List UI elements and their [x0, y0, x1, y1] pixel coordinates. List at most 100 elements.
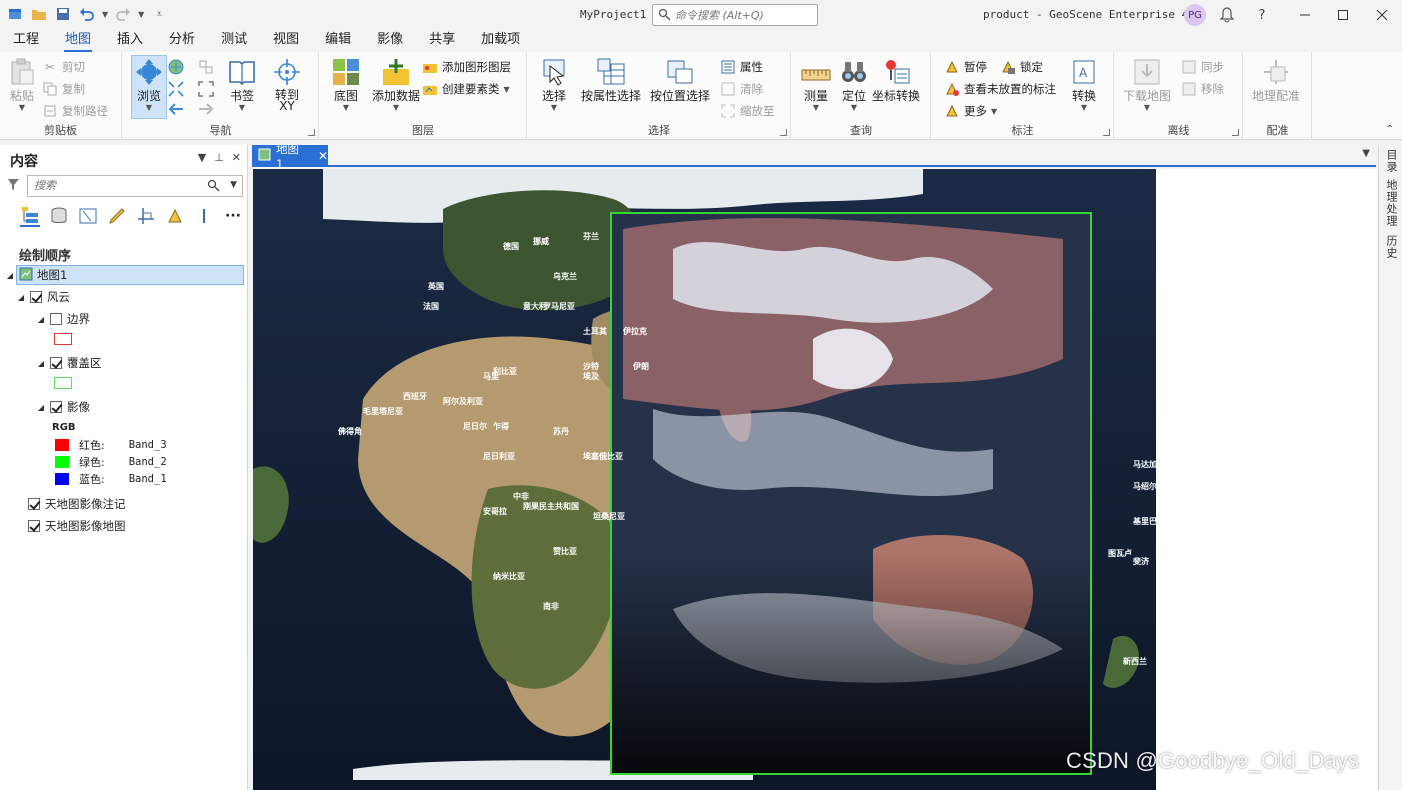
measure-button[interactable]: 测量 ▼: [800, 56, 832, 112]
goto-xy-button[interactable]: 转到 XY: [271, 56, 303, 112]
band-red[interactable]: 红色: Band_3: [55, 437, 167, 453]
zoom-to-layer-icon[interactable]: [197, 80, 215, 101]
locate-button[interactable]: 定位 ▼: [838, 56, 870, 112]
drawing-order-icon[interactable]: [20, 205, 40, 227]
select-button[interactable]: 选择 ▼: [538, 56, 570, 112]
add-graphics-layer-button[interactable]: 添加图形图层: [422, 58, 511, 76]
collapse-ribbon-icon[interactable]: ⌃: [1386, 124, 1394, 135]
collapse-icon[interactable]: ◢: [5, 271, 15, 280]
remove-offline-button[interactable]: 移除: [1181, 80, 1224, 98]
layer-tianditu-imagery[interactable]: 天地图影像地图: [28, 516, 126, 536]
undo-icon[interactable]: [78, 5, 96, 23]
pause-labeling-button[interactable]: 暂停: [944, 58, 987, 76]
tab-insert[interactable]: 插入: [104, 30, 156, 52]
create-feature-class-button[interactable]: 创建要素类 ▼: [422, 80, 510, 98]
download-map-button[interactable]: 下载地图 ▼: [1123, 56, 1171, 112]
layer-visibility-checkbox[interactable]: [50, 401, 62, 413]
search-dropdown-icon[interactable]: ▼: [230, 180, 237, 190]
layer-imagery[interactable]: ◢ 影像: [36, 397, 90, 417]
contents-search[interactable]: ▼: [27, 175, 243, 197]
select-by-location-button[interactable]: 按位置选择: [650, 56, 710, 103]
catalog-side-tab[interactable]: 目录: [1383, 149, 1399, 173]
help-icon[interactable]: ?: [1252, 5, 1272, 25]
pin-icon[interactable]: ⊥: [214, 151, 224, 164]
collapse-icon[interactable]: ◢: [36, 403, 46, 412]
close-window-icon[interactable]: [1372, 5, 1392, 25]
cut-button[interactable]: ✂ 剪切: [42, 58, 85, 76]
add-data-button[interactable]: 添加数据 ▼: [372, 56, 420, 112]
collapse-icon[interactable]: ◢: [16, 293, 26, 302]
labeling-launcher[interactable]: [1103, 129, 1110, 136]
copy-path-button[interactable]: 复制路径: [42, 102, 108, 120]
tab-imagery[interactable]: 影像: [364, 30, 416, 52]
charts-view-icon[interactable]: [194, 205, 214, 227]
navigate-launcher[interactable]: [308, 129, 315, 136]
tab-analysis[interactable]: 分析: [156, 30, 208, 52]
tab-project[interactable]: 工程: [0, 30, 52, 52]
zoom-to-selection-button[interactable]: 缩放至: [720, 102, 775, 120]
clear-selection-button[interactable]: 清除: [720, 80, 763, 98]
layer-boundary[interactable]: ◢ 边界: [36, 309, 90, 329]
new-project-icon[interactable]: [6, 5, 24, 23]
open-project-icon[interactable]: [30, 5, 48, 23]
undo-dropdown-icon[interactable]: ▼: [102, 10, 108, 19]
sync-button[interactable]: 同步: [1181, 58, 1224, 76]
customize-qat-icon[interactable]: ⩡: [150, 5, 168, 23]
coverage-symbol[interactable]: [54, 377, 72, 389]
maximize-icon[interactable]: [1333, 5, 1353, 25]
back-arrow-icon[interactable]: [167, 102, 185, 119]
band-blue[interactable]: 蓝色: Band_1: [55, 471, 167, 487]
tab-addins[interactable]: 加载项: [468, 30, 533, 52]
history-side-tab[interactable]: 历史: [1383, 235, 1399, 259]
copy-button[interactable]: 复制: [42, 80, 85, 98]
layer-visibility-checkbox[interactable]: [28, 498, 40, 510]
command-search-input[interactable]: [675, 7, 813, 23]
close-tab-icon[interactable]: ✕: [318, 149, 328, 163]
minimize-icon[interactable]: [1295, 5, 1315, 25]
snapping-view-icon[interactable]: [136, 205, 156, 227]
tab-share[interactable]: 共享: [416, 30, 468, 52]
bookmarks-button[interactable]: 书签 ▼: [226, 56, 258, 112]
lock-labels-button[interactable]: 锁定: [1000, 58, 1043, 76]
basemap-button[interactable]: 底图 ▼: [330, 56, 362, 112]
selection-launcher[interactable]: [780, 129, 787, 136]
pane-options-icon[interactable]: ▼: [198, 151, 206, 164]
tab-list-dropdown-icon[interactable]: ▼: [1362, 148, 1370, 159]
layer-tianditu-annotation[interactable]: 天地图影像注记: [28, 494, 126, 514]
boundary-symbol[interactable]: [54, 333, 72, 345]
layer-visibility-checkbox[interactable]: [50, 357, 62, 369]
group-layer-fengyun[interactable]: ◢ 风云: [16, 287, 70, 307]
view-unplaced-labels-button[interactable]: 查看未放置的标注: [944, 80, 1056, 98]
layer-visibility-checkbox[interactable]: [28, 520, 40, 532]
select-by-attributes-button[interactable]: 按属性选择: [581, 56, 641, 103]
labeling-view-icon[interactable]: [165, 205, 185, 227]
full-extent-icon[interactable]: [167, 58, 185, 79]
collapse-icon[interactable]: ◢: [36, 359, 46, 368]
coordinate-conversion-button[interactable]: 坐标转换: [872, 56, 920, 103]
data-source-icon[interactable]: [49, 205, 69, 227]
layer-visibility-checkbox[interactable]: [50, 313, 62, 325]
forward-arrow-icon[interactable]: [197, 102, 215, 119]
user-avatar[interactable]: PG: [1184, 4, 1206, 26]
redo-dropdown-icon[interactable]: ▼: [138, 10, 144, 19]
tab-edit[interactable]: 编辑: [312, 30, 364, 52]
filter-icon[interactable]: [7, 178, 20, 194]
paste-button[interactable]: 粘贴 ▼: [6, 56, 38, 112]
layer-visibility-checkbox[interactable]: [30, 291, 42, 303]
command-search[interactable]: [652, 4, 818, 26]
fixed-zoom-in-icon[interactable]: [167, 80, 185, 101]
map-view[interactable]: 德国 法国 意大利 罗马尼亚 西班牙 阿尔及利亚 利比亚 埃及 毛里塔尼亚 尼日尔 乍得 苏丹 尼日利亚…: [253, 169, 1377, 790]
fixed-zoom-out-icon[interactable]: [197, 58, 215, 79]
explore-button[interactable]: 浏览 ▼: [131, 55, 167, 119]
tab-map[interactable]: 地图: [52, 30, 104, 52]
close-pane-icon[interactable]: ✕: [232, 151, 241, 164]
contents-search-input[interactable]: [34, 179, 194, 192]
offline-launcher[interactable]: [1232, 129, 1239, 136]
notification-bell-icon[interactable]: [1217, 5, 1237, 25]
editing-view-icon[interactable]: [107, 205, 127, 227]
tab-test[interactable]: 测试: [208, 30, 260, 52]
layer-coverage[interactable]: ◢ 覆盖区: [36, 353, 102, 373]
band-green[interactable]: 绿色: Band_2: [55, 454, 167, 470]
collapse-icon[interactable]: ◢: [36, 315, 46, 324]
map-node[interactable]: ◢ 地图1: [7, 265, 244, 285]
